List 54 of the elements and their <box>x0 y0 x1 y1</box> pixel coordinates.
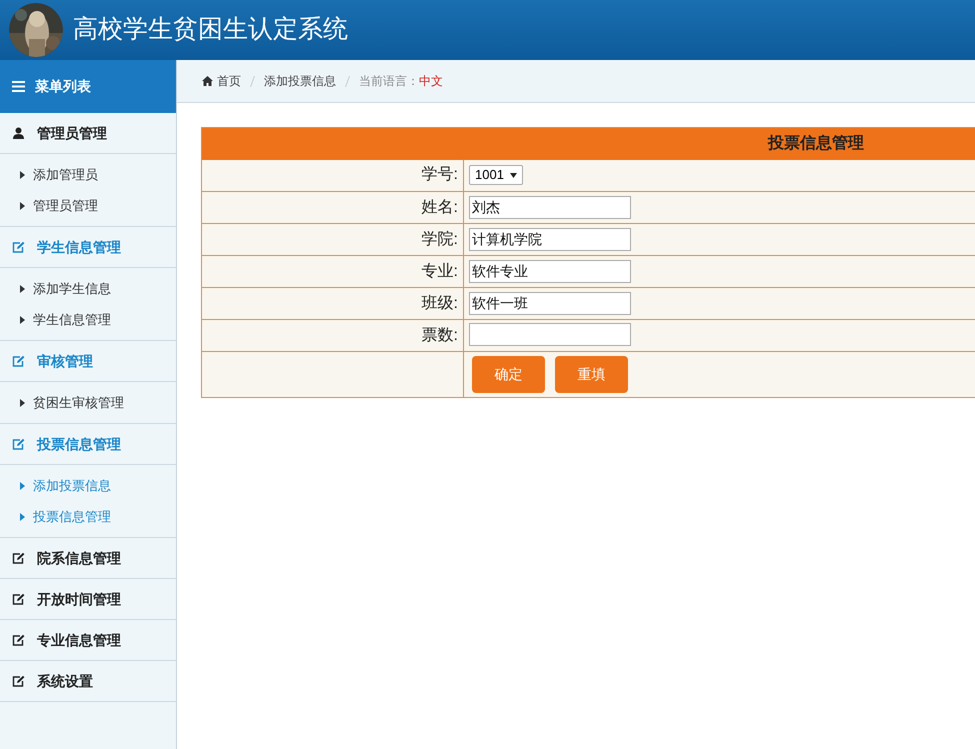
language-label: 当前语言： <box>359 73 419 90</box>
select-field[interactable]: 1001 <box>469 165 523 185</box>
menu-item[interactable]: 贫困生审核管理 <box>33 392 124 412</box>
input-field[interactable]: 软件一班 <box>469 292 631 315</box>
separator-icon <box>345 76 350 86</box>
edit-icon <box>12 438 25 450</box>
caret-icon <box>20 284 25 292</box>
menu-group[interactable]: 系统设置 <box>0 661 176 702</box>
input-field[interactable] <box>469 323 631 346</box>
menu-group[interactable]: 学生信息管理 <box>0 227 176 268</box>
field-label: 姓名: <box>422 198 458 216</box>
menu-group[interactable]: 管理员管理 <box>0 113 176 154</box>
edit-icon <box>12 593 25 605</box>
caret-icon <box>20 482 25 490</box>
field-label: 票数: <box>422 326 458 344</box>
menu-item[interactable]: 学生信息管理 <box>33 310 111 330</box>
app-title: 高校学生贫困生认定系统 <box>73 14 348 46</box>
input-field[interactable]: 刘杰 <box>469 196 631 219</box>
sidebar-title: 菜单列表 <box>35 77 91 96</box>
menu-item[interactable]: 管理员管理 <box>33 196 98 216</box>
menu-item[interactable]: 添加管理员 <box>33 164 98 184</box>
menu-group[interactable]: 投票信息管理 <box>0 424 176 465</box>
field-label: 学院: <box>422 230 458 248</box>
form-title: 投票信息管理 <box>202 128 975 160</box>
caret-icon <box>510 172 517 178</box>
separator-icon <box>250 76 255 86</box>
caret-icon <box>20 398 25 406</box>
caret-icon <box>20 202 25 210</box>
home-icon <box>202 76 213 86</box>
edit-icon <box>12 241 25 253</box>
input-field[interactable]: 软件专业 <box>469 260 631 283</box>
caret-icon <box>20 170 25 178</box>
menu-group[interactable]: 院系信息管理 <box>0 538 176 579</box>
edit-icon <box>12 675 25 687</box>
menu-group[interactable]: 开放时间管理 <box>0 579 176 620</box>
edit-icon <box>12 552 25 564</box>
edit-icon <box>12 355 25 367</box>
field-label: 学号: <box>422 166 458 184</box>
menu-item[interactable]: 投票信息管理 <box>33 506 111 526</box>
menu-item[interactable]: 添加学生信息 <box>33 278 111 298</box>
menu-icon <box>12 81 25 92</box>
menu-item[interactable]: 添加投票信息 <box>33 476 111 496</box>
menu-group[interactable]: 专业信息管理 <box>0 620 176 661</box>
edit-icon <box>12 634 25 646</box>
user-icon <box>12 127 25 139</box>
field-label: 班级: <box>422 294 458 312</box>
breadcrumb-link[interactable]: 添加投票信息 <box>264 72 336 90</box>
language-value: 中文 <box>419 73 443 90</box>
caret-icon <box>20 316 25 324</box>
breadcrumb-link[interactable]: 首页 <box>217 72 241 90</box>
field-label: 专业: <box>422 262 458 280</box>
input-field[interactable]: 计算机学院 <box>469 228 631 251</box>
menu-group[interactable]: 审核管理 <box>0 341 176 382</box>
caret-icon <box>20 512 25 520</box>
